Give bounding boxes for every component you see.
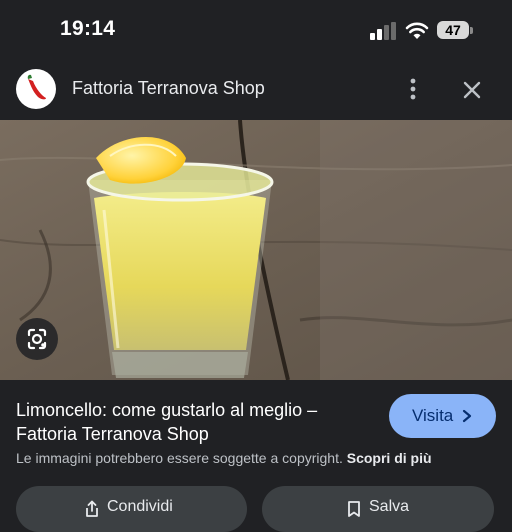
site-title[interactable]: Fattoria Terranova Shop xyxy=(72,78,265,99)
battery-icon: 47 xyxy=(437,21,475,41)
site-header: Fattoria Terranova Shop xyxy=(0,62,512,120)
status-time: 19:14 xyxy=(60,17,116,40)
copyright-text: Le immagini potrebbero essere soggette a… xyxy=(16,450,343,466)
signal-icon xyxy=(370,22,396,40)
visit-button[interactable]: Visita xyxy=(389,394,496,438)
save-button[interactable]: Salva xyxy=(262,486,494,532)
share-label: Condividi xyxy=(107,498,173,515)
status-bar: 19:14 47 xyxy=(0,0,512,62)
copyright-notice: Le immagini potrebbero essere soggette a… xyxy=(16,450,432,466)
battery-level: 47 xyxy=(437,21,469,39)
image-title[interactable]: Limoncello: come gustarlo al meglio – Fa… xyxy=(16,398,376,446)
wifi-icon xyxy=(405,22,429,39)
lens-icon[interactable] xyxy=(16,318,58,360)
share-button[interactable]: Condividi xyxy=(16,486,247,532)
learn-more-link[interactable]: Scopri di più xyxy=(347,450,432,466)
chili-pepper-logo[interactable] xyxy=(16,69,56,109)
bookmark-icon xyxy=(348,501,360,517)
close-icon[interactable] xyxy=(456,74,488,106)
visit-label: Visita xyxy=(412,406,454,425)
result-image[interactable] xyxy=(0,120,512,380)
share-icon xyxy=(86,500,98,517)
result-info: Limoncello: come gustarlo al meglio – Fa… xyxy=(0,380,512,532)
chevron-right-icon xyxy=(462,409,472,423)
more-vert-icon[interactable] xyxy=(398,74,428,104)
save-label: Salva xyxy=(369,498,410,515)
